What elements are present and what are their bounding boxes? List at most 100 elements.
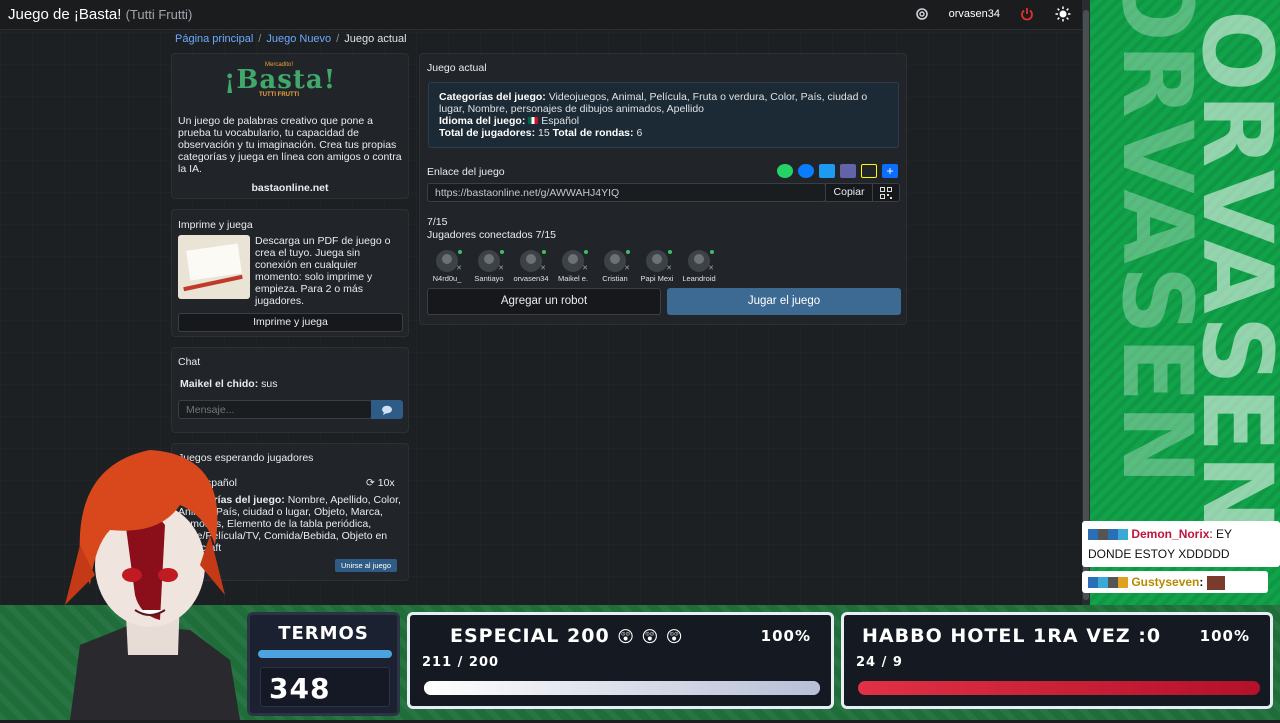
more-share-icon[interactable]: +: [882, 164, 898, 178]
player-slot[interactable]: ✕ Santiayo: [470, 250, 508, 283]
chat-card: Chat Maikel el chido: sus: [171, 347, 409, 433]
player-name: orvasen34: [513, 274, 549, 283]
chat-message-input[interactable]: [178, 400, 372, 419]
play-game-button[interactable]: Jugar el juego: [667, 288, 901, 315]
messenger-icon[interactable]: [798, 164, 814, 178]
theme-sun-icon[interactable]: [1054, 5, 1072, 23]
current-game-title: Juego actual: [427, 62, 487, 74]
chat-author: Maikel el chido:: [180, 378, 259, 390]
settings-gear-icon[interactable]: [913, 5, 931, 23]
print-card: Imprime y juega Descarga un PDF de juego…: [171, 209, 409, 337]
basta-logo: Mercadito! ¡Basta! TUTTI FRUTTI: [224, 62, 337, 102]
site-name[interactable]: bastaonline.net: [172, 182, 408, 194]
breadcrumb-current: Juego actual: [344, 33, 407, 45]
intro-card: Mercadito! ¡Basta! TUTTI FRUTTI Un juego…: [171, 53, 409, 199]
copy-link-button[interactable]: Copiar: [825, 183, 873, 202]
online-status-dot: [542, 250, 546, 254]
goal1-progress-track: [424, 681, 820, 695]
remove-player-icon[interactable]: ✕: [666, 264, 672, 272]
goal2-progress-fill: [858, 681, 1260, 695]
stream-chat-message-2: Gustyseven:: [1082, 571, 1268, 593]
goal-widget-especial: ESPECIAL 200 😲 😲 😲 100% 211 / 200: [407, 612, 834, 709]
breadcrumb-home[interactable]: Página principal: [175, 33, 253, 45]
current-game-card: Juego actual Categorías del juego: Video…: [419, 53, 907, 325]
page-scrollbar[interactable]: [1082, 0, 1090, 610]
share-icons: +: [777, 164, 898, 178]
goal1-title: ESPECIAL 200 😲 😲 😲: [450, 625, 683, 647]
chat-text-2: :: [1199, 575, 1204, 589]
whatsapp-icon[interactable]: [777, 164, 793, 178]
game-language-value: Español: [541, 115, 580, 127]
game-link-label: Enlace del juego: [427, 166, 505, 178]
player-name: Maikel e.: [557, 274, 588, 283]
player-name: Cristian: [602, 274, 628, 283]
banner-text-secondary: ORVASEN: [1101, 0, 1213, 487]
qr-code-icon: [880, 186, 892, 199]
game-link-input[interactable]: [427, 183, 826, 202]
print-thumbnail[interactable]: [178, 235, 250, 299]
remove-player-icon[interactable]: ✕: [456, 264, 462, 272]
power-icon[interactable]: [1018, 5, 1036, 23]
players-connected: Jugadores conectados 7/15: [427, 229, 557, 241]
termos-value: 348: [269, 672, 331, 705]
player-slot[interactable]: ✕ Papi Mexi: [638, 250, 676, 283]
chat-username-2: Gustyseven: [1131, 575, 1200, 589]
termos-widget: TERMOS 348: [247, 612, 400, 716]
termos-value-box: 348: [260, 667, 390, 707]
player-slot[interactable]: ✕ Maikel e.: [554, 250, 592, 283]
print-button[interactable]: Imprime y juega: [178, 313, 403, 332]
player-slot[interactable]: ✕ orvasen34: [512, 250, 550, 283]
player-avatar-icon: [688, 250, 710, 272]
online-status-dot: [500, 250, 504, 254]
chat-username-1: Demon_Norix: [1131, 527, 1210, 541]
app-subtitle: (Tutti Frutti): [125, 7, 193, 22]
player-name: Papi Mexi: [640, 274, 674, 283]
online-status-dot: [626, 250, 630, 254]
join-game-button[interactable]: Unirse al juego: [335, 559, 397, 572]
game-rounds-label: Total de rondas:: [552, 127, 634, 139]
chat-message-row: Maikel el chido: sus: [180, 378, 277, 390]
goal2-progress-track: [858, 681, 1260, 695]
online-status-dot: [458, 250, 462, 254]
add-robot-button[interactable]: Agregar un robot: [427, 288, 661, 315]
goal-widget-habbo: HABBO HOTEL 1RA VEZ :0 100% 24 / 9: [841, 612, 1273, 709]
goal2-percent: 100%: [1199, 627, 1250, 645]
logo-main-text: ¡Basta!: [224, 65, 337, 95]
remove-player-icon[interactable]: ✕: [708, 264, 714, 272]
goal1-count: 211 / 200: [422, 655, 500, 670]
print-text: Descarga un PDF de juego o crea el tuyo.…: [255, 235, 391, 307]
player-name: Santiayo: [474, 274, 504, 283]
remove-player-icon[interactable]: ✕: [582, 264, 588, 272]
vtuber-avatar: [40, 445, 260, 720]
stream-chat-message-1: Demon_Norix: EY DONDE ESTOY XDDDDD: [1082, 521, 1280, 567]
teams-icon[interactable]: [840, 164, 856, 178]
qr-code-button[interactable]: [872, 183, 900, 202]
player-name: Leandroid: [682, 274, 716, 283]
remove-player-icon[interactable]: ✕: [624, 264, 630, 272]
chat-send-button[interactable]: [371, 400, 403, 419]
user-name[interactable]: orvasen34: [949, 8, 1000, 20]
player-slot[interactable]: ✕ N4rd0u_: [428, 250, 466, 283]
player-avatar-icon: [436, 250, 458, 272]
player-list: ✕ N4rd0u_ ✕ Santiayo ✕ orvasen34 ✕ Maikel e. ✕ Cr…: [428, 250, 718, 283]
remove-player-icon[interactable]: ✕: [540, 264, 546, 272]
goal2-count: 24 / 9: [856, 655, 903, 670]
remove-player-icon[interactable]: ✕: [498, 264, 504, 272]
game-rounds-value: 6: [636, 127, 643, 139]
refresh-icon: ⟳: [366, 477, 375, 489]
game-language: Idioma del juego: Español: [439, 115, 888, 127]
print-title: Imprime y juega: [178, 219, 253, 231]
player-avatar-icon: [604, 250, 626, 272]
twitter-icon[interactable]: [819, 164, 835, 178]
player-avatar-icon: [478, 250, 500, 272]
emoji-icons: 😲 😲 😲: [617, 627, 684, 646]
breadcrumb-new-game[interactable]: Juego Nuevo: [266, 33, 331, 45]
players-count: 7/15: [427, 216, 448, 228]
app-brand[interactable]: Juego de ¡Basta! (Tutti Frutti): [8, 6, 192, 23]
goal1-percent: 100%: [760, 627, 811, 645]
player-slot[interactable]: ✕ Cristian: [596, 250, 634, 283]
scrollbar-thumb[interactable]: [1083, 10, 1089, 600]
online-status-dot: [710, 250, 714, 254]
snapchat-icon[interactable]: [861, 164, 877, 178]
player-slot[interactable]: ✕ Leandroid: [680, 250, 718, 283]
